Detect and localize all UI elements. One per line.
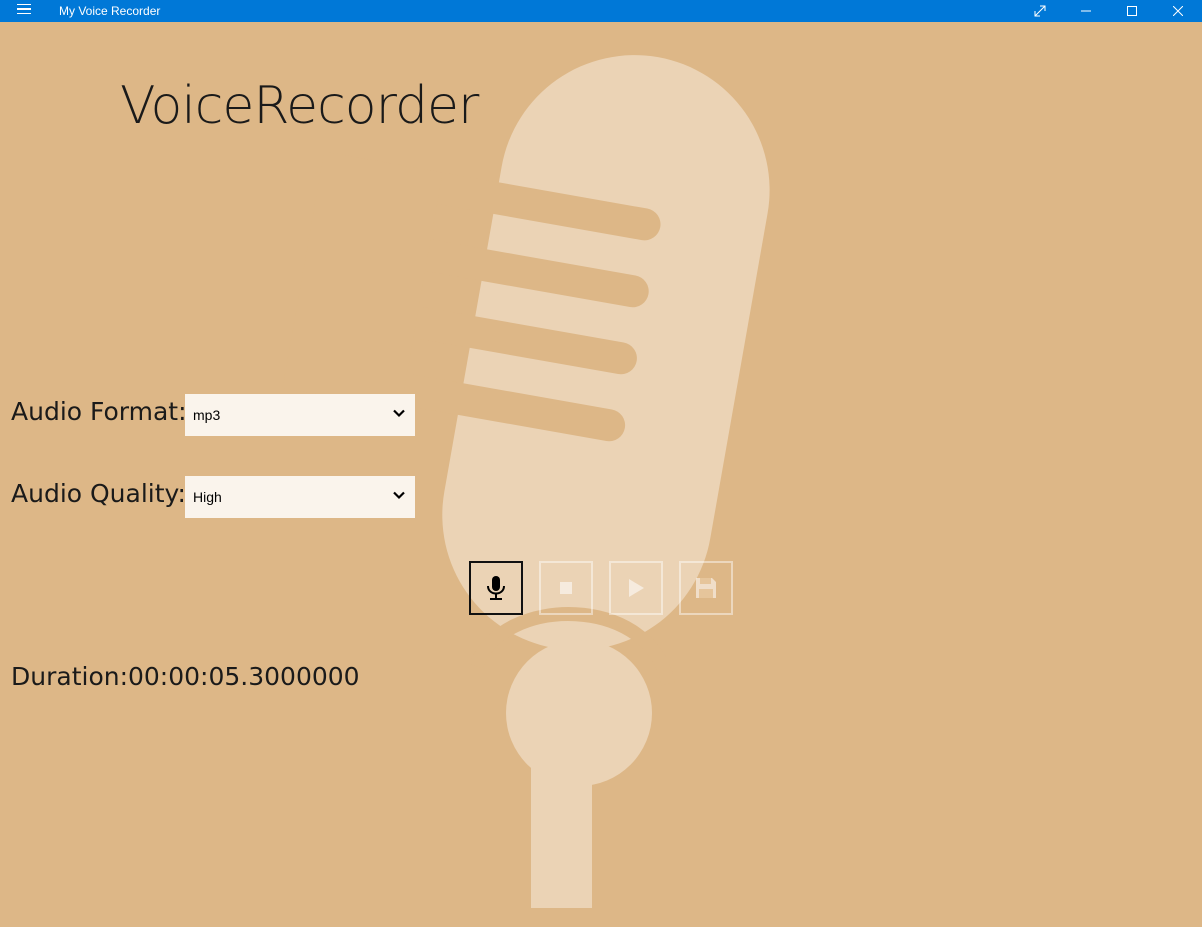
page-title: VoiceRecorder [120,76,479,136]
record-button[interactable] [469,561,523,615]
audio-quality-select[interactable]: High [185,476,415,518]
close-icon [1173,6,1183,16]
stop-button[interactable] [539,561,593,615]
save-button[interactable] [679,561,733,615]
maximize-button[interactable] [1109,0,1155,22]
microphone-icon [487,576,505,600]
maximize-icon [1127,6,1137,16]
floppy-disk-icon [696,578,716,598]
play-icon [629,579,644,597]
minimize-button[interactable] [1063,0,1109,22]
duration-label: Duration: [11,662,129,691]
close-button[interactable] [1155,0,1201,22]
audio-quality-value: High [193,489,222,505]
audio-format-select[interactable]: mp3 [185,394,415,436]
minimize-icon [1081,10,1091,12]
audio-quality-label: Audio Quality: [11,479,186,508]
app-title: My Voice Recorder [59,4,161,18]
duration-value: 00:00:05.3000000 [128,662,360,691]
resize-icon [1034,5,1046,17]
stop-icon [560,582,572,594]
play-button[interactable] [609,561,663,615]
title-bar: My Voice Recorder [0,0,1202,22]
chevron-down-icon [393,491,405,500]
microphone-background-icon [282,55,770,908]
hamburger-icon[interactable] [17,4,31,17]
chevron-down-icon [393,409,405,418]
audio-format-label: Audio Format: [11,397,187,426]
main-content: VoiceRecorder Audio Format: mp3 Audio Qu… [2,22,1202,927]
resize-button[interactable] [1017,0,1063,22]
audio-format-value: mp3 [193,407,221,423]
